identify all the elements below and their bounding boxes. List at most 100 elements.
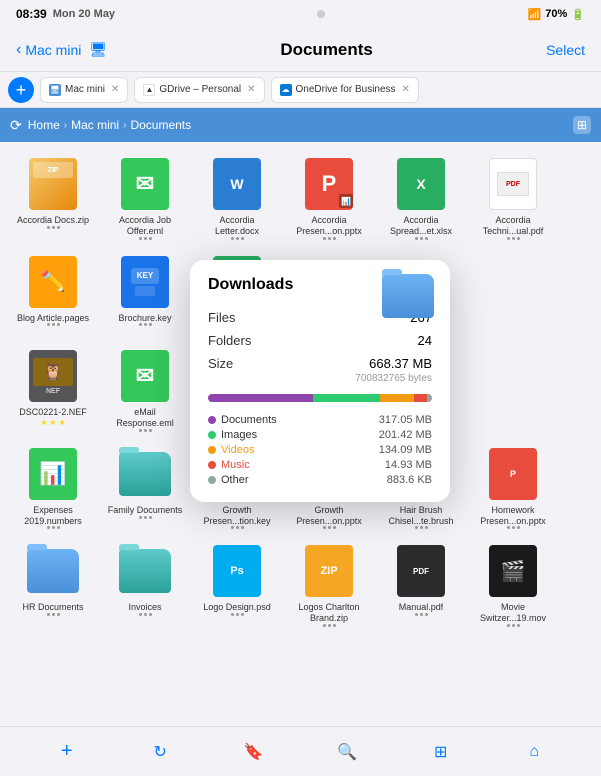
file-more-dots[interactable] [47,613,60,616]
tab-onedrive-close[interactable]: ✕ [402,84,410,95]
file-item[interactable]: KEY Brochure.key [100,250,190,339]
bar-documents [208,394,313,402]
file-item[interactable]: X Accordia Spread...et.xlsx [376,152,466,244]
file-icon-folder-hr [25,543,81,599]
popup-size-bytes: 700832765 bytes [208,373,432,384]
file-item[interactable]: HR Documents [8,539,98,631]
tab-macmini[interactable]: 🖥 Mac mini ✕ [40,77,128,103]
file-icon-key: KEY [117,254,173,310]
file-item[interactable]: ZIP Logos Charlton Brand.zip [284,539,374,631]
add-tab-button[interactable]: + [8,77,34,103]
legend-dot-documents [208,416,216,424]
legend-images: Images 201.42 MB [208,429,432,441]
tab-gdrive-close[interactable]: ✕ [247,84,255,95]
file-item[interactable]: W Accordia Letter.docx [192,152,282,244]
file-item[interactable]: ✉ Accordia Job Offer.eml [100,152,190,244]
legend-value-music: 14.93 MB [385,459,432,471]
page-title: Documents [280,40,373,60]
legend-label-other: Other [221,474,249,486]
file-icon-psd: Ps [209,543,265,599]
file-more-dots[interactable] [415,526,428,529]
file-name: Accordia Techni...ual.pdf [474,215,552,237]
file-more-dots[interactable] [415,613,428,616]
file-icon-nef: 🦉 NEF [25,348,81,404]
camera-dot [317,10,325,18]
file-item[interactable]: 🎬 Movie Switzer...19.mov [468,539,558,631]
file-icon-pptx: P 📊 [301,156,357,212]
bookmark-button[interactable]: 🔖 [234,732,274,772]
legend-videos: Videos 134.09 MB [208,444,432,456]
file-icon-zip: ZIP [25,156,81,212]
select-button[interactable]: Select [546,42,585,58]
breadcrumb-home[interactable]: Home [28,118,60,132]
breadcrumb-macmini[interactable]: Mac mini [71,118,119,132]
legend-label-documents: Documents [221,414,277,426]
file-item[interactable]: PDF Accordia Techni...ual.pdf [468,152,558,244]
file-name: Family Documents [108,505,183,516]
file-more-dots[interactable] [323,624,336,627]
file-item[interactable]: Family Documents [100,442,190,534]
file-item[interactable]: ZIP Accordia Docs.zip [8,152,98,244]
file-item[interactable]: P 📊 Accordia Presen...on.pptx [284,152,374,244]
battery-icon: 🔋 [571,8,585,21]
file-item[interactable]: P Homework Presen...on.pptx [468,442,558,534]
tab-macmini-close[interactable]: ✕ [111,84,119,95]
file-more-dots[interactable] [47,226,60,229]
legend-other: Other 883.6 KB [208,474,432,486]
downloads-popup: Downloads Files 267 Folders 24 Size 668.… [190,260,450,502]
legend-dot-other [208,476,216,484]
file-more-dots[interactable] [507,237,520,240]
file-item[interactable]: ✉ eMail Response.eml [100,344,190,436]
file-more-dots[interactable] [231,237,244,240]
file-more-dots[interactable] [323,237,336,240]
file-name: HR Documents [22,602,83,613]
file-more-dots[interactable] [139,429,152,432]
file-name: Blog Article.pages [17,313,89,324]
file-item[interactable]: PDF Manual.pdf [376,539,466,631]
file-more-dots[interactable] [139,237,152,240]
file-more-dots[interactable] [415,237,428,240]
storage-progress-bar [208,394,432,402]
file-item[interactable]: ✏️ Blog Article.pages [8,250,98,339]
grid-button[interactable]: ⊞ [421,732,461,772]
grid-view-button[interactable]: ⊞ [573,116,591,134]
file-more-dots[interactable] [139,516,152,519]
file-item[interactable]: 🦉 NEF DSC0221-2.NEF ★★★ [8,344,98,436]
file-more-dots[interactable] [47,323,60,326]
tab-gdrive[interactable]: ▲ GDrive – Personal ✕ [134,77,264,103]
legend-value-images: 201.42 MB [379,429,432,441]
file-more-dots[interactable] [139,613,152,616]
file-item[interactable]: Ps Logo Design.psd [192,539,282,631]
file-more-dots[interactable] [139,323,152,326]
file-more-dots[interactable] [231,526,244,529]
file-icon-xlsx: X [393,156,449,212]
tab-onedrive[interactable]: ☁ OneDrive for Business ✕ [271,77,419,103]
file-more-dots[interactable] [47,526,60,529]
home-button[interactable]: ⌂ [514,732,554,772]
bar-videos [380,394,414,402]
file-more-dots[interactable] [507,526,520,529]
bar-music [414,394,427,402]
file-name: Accordia Docs.zip [17,215,89,226]
legend-documents: Documents 317.05 MB [208,414,432,426]
popup-files-label: Files [208,310,235,325]
status-date: Mon 20 May [53,8,115,20]
add-button[interactable]: + [47,732,87,772]
refresh-button[interactable]: ↻ [140,732,180,772]
file-item[interactable]: Invoices [100,539,190,631]
file-name: Growth Presen...on.pptx [290,505,368,527]
file-more-dots[interactable] [323,526,336,529]
file-item[interactable]: 📊 Expenses 2019.numbers [8,442,98,534]
file-more-dots[interactable] [507,624,520,627]
file-name: eMail Response.eml [106,407,184,429]
popup-folder-icon [382,274,434,318]
bottom-toolbar: + ↻ 🔖 🔍 ⊞ ⌂ [0,726,601,776]
file-icon-pdf: PDF [485,156,541,212]
navigation-bar: ‹ Mac mini 🖥 Documents Select [0,28,601,72]
file-name: Brochure.key [118,313,171,324]
file-more-dots[interactable] [231,613,244,616]
back-button[interactable]: ‹ Mac mini 🖥 [16,41,107,59]
bar-other [427,394,431,402]
bar-images [313,394,380,402]
search-button[interactable]: 🔍 [327,732,367,772]
